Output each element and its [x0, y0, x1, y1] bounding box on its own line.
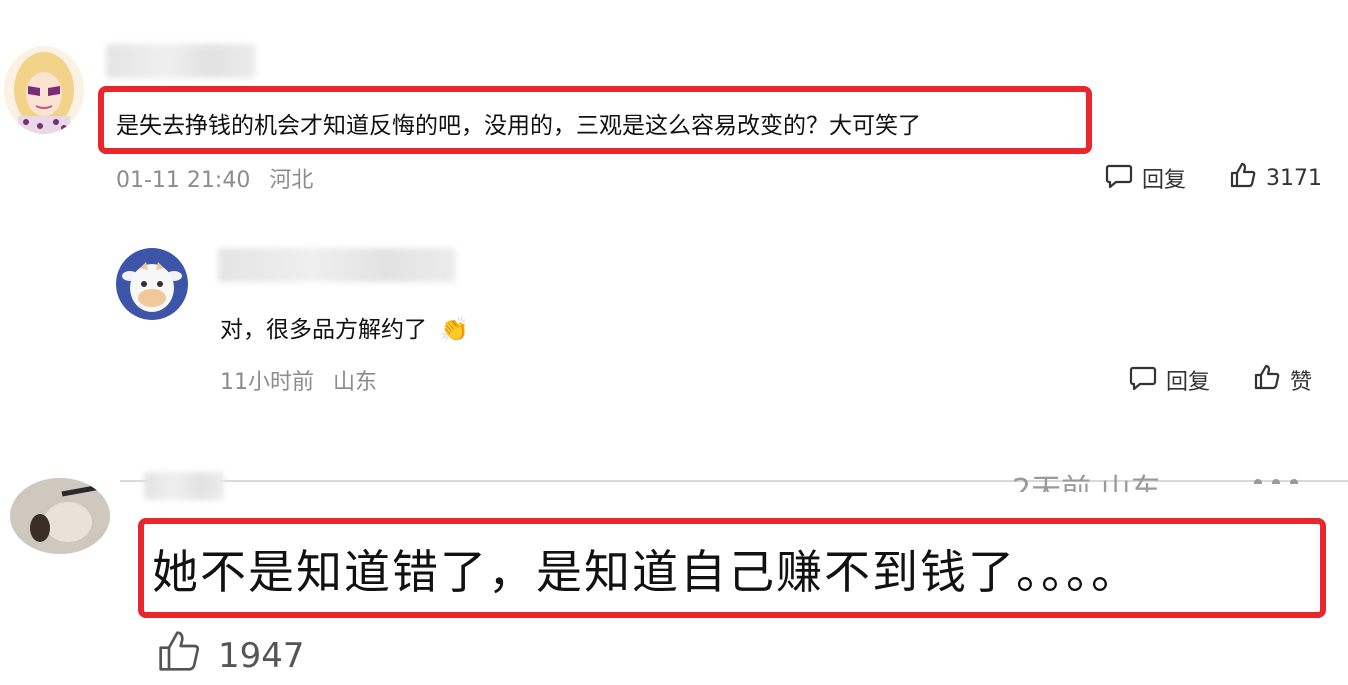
reply-button[interactable]: 回复: [1128, 362, 1210, 398]
comment-meta-partial: 2天前 山东: [1012, 473, 1161, 492]
comment-bubble-icon: [1128, 362, 1158, 398]
divider-line: [120, 480, 1348, 482]
comment-location: 山东: [333, 370, 378, 395]
like-button[interactable]: 1947: [154, 626, 305, 685]
username-blurred[interactable]: [144, 472, 224, 500]
user-avatar[interactable]: [4, 46, 84, 134]
comment-time: 11小时前: [220, 370, 314, 395]
comment-meta: 01-11 21:40 河北: [116, 162, 313, 194]
like-button[interactable]: 赞: [1252, 362, 1312, 398]
username-blurred[interactable]: [218, 248, 456, 282]
comment-bubble-icon: [1104, 160, 1134, 196]
comment-time: 01-11 21:40: [116, 168, 251, 193]
thumbs-up-icon: [1252, 362, 1282, 398]
comment-location: 河北: [269, 168, 314, 193]
reply-button[interactable]: 回复: [1104, 160, 1186, 196]
comment-text: 是失去挣钱的机会才知道反悔的吧，没用的，三观是这么容易改变的？大可笑了: [116, 113, 921, 139]
reply-label: 回复: [1142, 168, 1187, 193]
reply-label: 回复: [1166, 370, 1211, 395]
comment-meta: 11小时前 山东: [220, 364, 377, 396]
reply-avatar[interactable]: [116, 248, 188, 320]
thumbs-up-icon: [154, 626, 204, 685]
reply-text-line: 对，很多品方解约了 👏: [220, 310, 469, 344]
thumbs-up-icon: [1228, 160, 1258, 196]
comment-text: 对，很多品方解约了: [220, 317, 427, 343]
like-count: 1947: [218, 635, 305, 676]
comment-text: 她不是知道错了，是知道自己赚不到钱了。。。。: [152, 545, 1139, 599]
username-blurred[interactable]: [106, 44, 256, 78]
clapping-emoji: 👏: [440, 317, 469, 343]
like-button[interactable]: 3171: [1228, 160, 1322, 196]
like-count: 3171: [1266, 165, 1322, 191]
more-dots-icon[interactable]: [1252, 474, 1300, 484]
like-label: 赞: [1290, 370, 1313, 395]
user-avatar[interactable]: [10, 478, 110, 554]
